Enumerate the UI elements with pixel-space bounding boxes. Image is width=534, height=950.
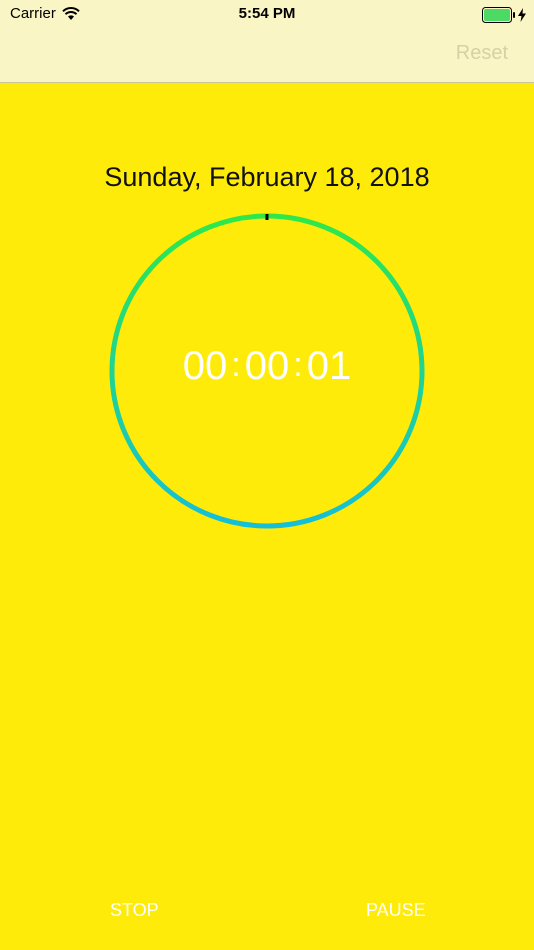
reset-button[interactable]: Reset <box>456 42 508 65</box>
battery-group <box>482 7 526 23</box>
navigation-bar: Reset <box>0 30 534 83</box>
status-bar: Carrier 5:54 PM <box>0 0 534 30</box>
charging-bolt-icon <box>518 8 526 22</box>
timer-progress-tick <box>265 214 269 220</box>
stop-button[interactable]: STOP <box>110 900 159 921</box>
timer-seconds: 01 <box>306 344 352 388</box>
status-time: 5:54 PM <box>238 5 296 22</box>
timer-separator: : <box>293 346 303 384</box>
date-label: Sunday, February 18, 2018 <box>104 162 430 192</box>
timer-separator: : <box>231 346 241 384</box>
timer-minutes: 00 <box>244 344 290 388</box>
timer-hours: 00 <box>182 344 228 388</box>
battery-icon <box>482 7 515 23</box>
timer-display: 00 : 00 : 01 <box>109 344 425 389</box>
pause-button[interactable]: PAUSE <box>366 900 426 921</box>
